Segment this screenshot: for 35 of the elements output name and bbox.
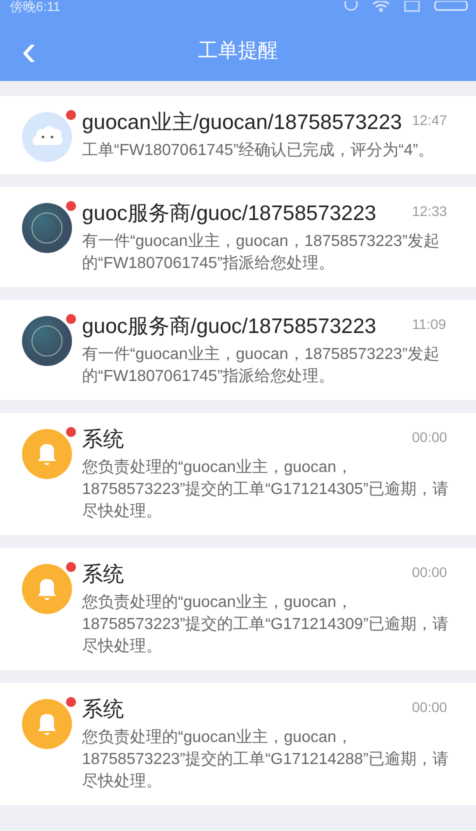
message-time: 00:00 [412, 698, 448, 717]
sender-name: guocan业主/guocan/18758573223 [82, 110, 403, 136]
sender-name: guoc服务商/guoc/18758573223 [82, 201, 378, 227]
message-item[interactable]: 系统 00:00 您负责处理的“guocan业主，guocan，18758573223”提交的工单“G171214288”已逾期，请尽快处理。 [0, 683, 476, 805]
avatar-icon [22, 203, 72, 253]
message-text: 您负责处理的“guocan业主，guocan，18758573223”提交的工单“G171214305”已逾期，请尽快处理。 [82, 458, 450, 522]
sender-name: 系统 [82, 562, 125, 588]
sender-name: 系统 [82, 697, 125, 723]
wifi-icon [372, 1, 390, 12]
message-time: 12:33 [412, 202, 448, 221]
avatar-icon [22, 316, 72, 366]
sender-name: guoc服务商/guoc/18758573223 [82, 314, 378, 340]
message-time: 11:09 [412, 315, 446, 334]
cloud-avatar-icon [22, 112, 72, 162]
bell-icon [22, 564, 72, 614]
message-item[interactable]: 系统 00:00 您负责处理的“guocan业主，guocan，18758573223”提交的工单“G171214305”已逾期，请尽快处理。 [0, 413, 476, 535]
message-text: 您负责处理的“guocan业主，guocan，18758573223”提交的工单“G171214309”已逾期，请尽快处理。 [82, 592, 450, 657]
message-text: 有一件“guocan业主，guocan，18758573223”发起的“FW1807061745”指派给您处理。 [82, 344, 441, 387]
message-item[interactable]: guoc服务商/guoc/18758573223 12:33 有一件“guocan业主，guocan，18758573223”发起的“FW1807061745”指派给您处理。 [0, 187, 476, 287]
message-item[interactable]: guocan业主/guocan/18758573223 12:47 工单“FW1807061745”经确认已完成，评分为“4”。 [0, 96, 476, 174]
bell-icon [22, 429, 72, 479]
battery-icon [434, 1, 468, 12]
message-text: 您负责处理的“guocan业主，guocan，18758573223”提交的工单“G171214288”已逾期，请尽快处理。 [82, 728, 450, 792]
message-text: 工单“FW1807061745”经确认已完成，评分为“4”。 [82, 140, 436, 161]
message-time: 00:00 [412, 563, 448, 582]
status-time: 傍晚6:11 [10, 0, 60, 14]
message-item[interactable]: guoc服务商/guoc/18758573223 11:09 有一件“guocan业主，guocan，18758573223”发起的“FW1807061745”指派给您处理。 [0, 300, 476, 400]
page-title: 工单提醒 [198, 39, 278, 64]
sender-name: 系统 [82, 427, 125, 453]
bell-icon [22, 699, 72, 749]
message-text: 有一件“guocan业主，guocan，18758573223”发起的“FW1807061745”指派给您处理。 [82, 232, 441, 274]
message-time: 00:00 [412, 428, 448, 447]
message-item[interactable]: 系统 00:00 您负责处理的“guocan业主，guocan，18758573223”提交的工单“G171214309”已逾期，请尽快处理。 [0, 548, 476, 670]
message-time: 12:47 [412, 111, 448, 130]
sim-icon [404, 1, 420, 12]
